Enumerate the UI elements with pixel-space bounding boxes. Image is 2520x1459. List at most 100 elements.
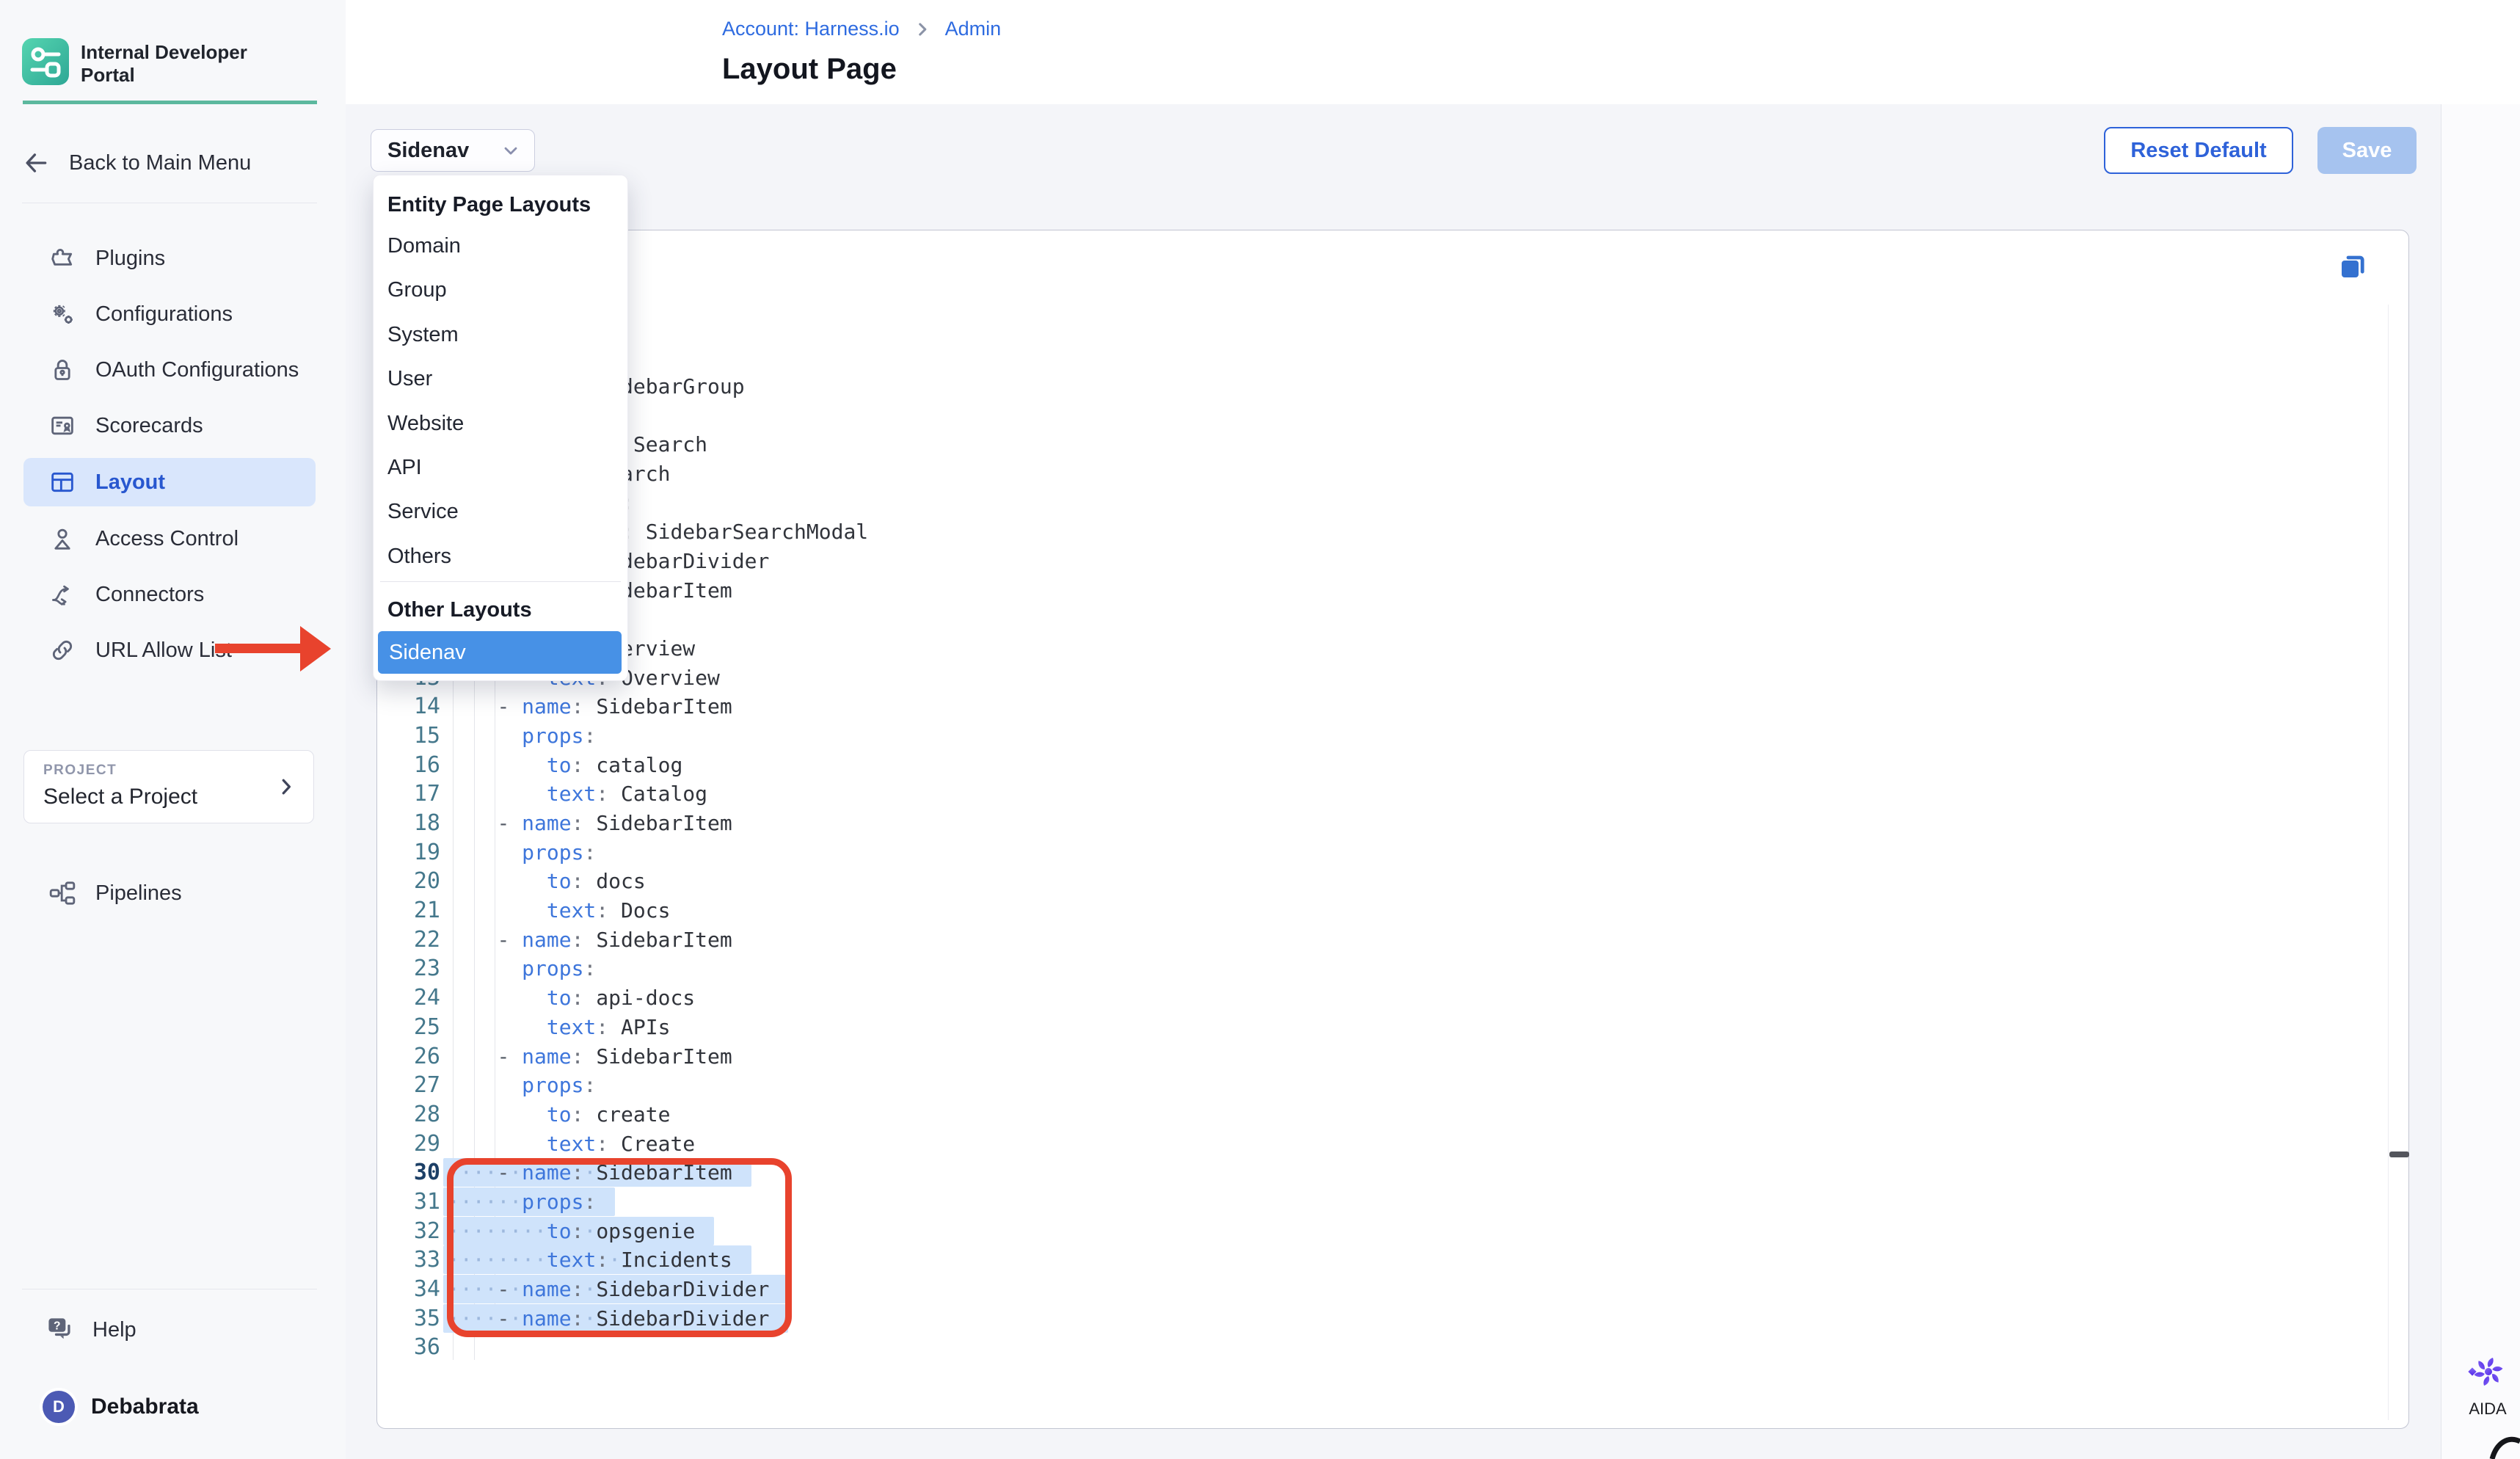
sidebar-item-configurations[interactable]: Configurations <box>23 290 316 338</box>
user-menu[interactable]: D Debabrata <box>23 1384 316 1430</box>
reset-default-button[interactable]: Reset Default <box>2104 127 2293 174</box>
breadcrumb-admin-link[interactable]: Admin <box>945 18 1002 40</box>
menu-item-website[interactable]: Website <box>387 412 464 436</box>
code-line[interactable]: 9 - name: SidebarDivider <box>377 547 2373 576</box>
menu-item-group[interactable]: Group <box>387 278 447 302</box>
page-title: Layout Page <box>722 53 897 86</box>
aida-label: AIDA <box>2460 1400 2516 1419</box>
code-line[interactable]: 16 to: catalog <box>377 750 2373 779</box>
sidebar-item-label: Configurations <box>95 302 233 327</box>
project-selector[interactable]: PROJECT Select a Project <box>23 750 314 823</box>
sidebar-item-label: Plugins <box>95 247 165 271</box>
layout-type-select[interactable]: Sidenav <box>371 129 535 172</box>
connectors-icon <box>48 580 77 609</box>
code-line[interactable]: 23 props: <box>377 954 2373 983</box>
line-number: 29 <box>377 1131 440 1157</box>
code-line[interactable]: 28 to: create <box>377 1100 2373 1129</box>
code-line[interactable]: 22 - name: SidebarItem <box>377 925 2373 954</box>
sidebar-item-oauth-configurations[interactable]: OAuth Configurations <box>23 346 316 394</box>
breadcrumb-account-link[interactable]: Account: Harness.io <box>722 18 900 40</box>
menu-item-api[interactable]: API <box>387 456 422 480</box>
code-line[interactable]: 25 text: APIs <box>377 1013 2373 1042</box>
code-line-text: props: <box>448 956 596 980</box>
line-number: 25 <box>377 1014 440 1040</box>
line-number: 15 <box>377 723 440 749</box>
sidebar-item-label: OAuth Configurations <box>95 358 299 382</box>
copy-icon[interactable] <box>2335 248 2370 283</box>
sidebar-item-label: Connectors <box>95 583 204 607</box>
line-number: 26 <box>377 1044 440 1069</box>
code-line[interactable]: 18 - name: SidebarItem <box>377 809 2373 838</box>
app-root: Internal Developer Portal Back to Main M… <box>0 0 2520 1459</box>
code-line[interactable]: 6 to: search <box>377 459 2373 488</box>
menu-item-user[interactable]: User <box>387 367 432 391</box>
svg-text:?: ? <box>54 1320 61 1332</box>
code-line[interactable]: 24 to: api-docs <box>377 983 2373 1013</box>
save-button[interactable]: Save <box>2317 127 2417 174</box>
menu-item-service[interactable]: Service <box>387 500 459 524</box>
menu-item-domain[interactable]: Domain <box>387 234 461 258</box>
code-line-text: text: Catalog <box>448 782 707 806</box>
code-line[interactable]: 11 props: <box>377 605 2373 634</box>
sidebar-item-label: Layout <box>95 470 165 495</box>
sidebar-item-connectors[interactable]: Connectors <box>23 570 316 619</box>
sidebar-item-layout[interactable]: Layout <box>23 458 316 506</box>
aida-assistant-button[interactable]: AIDA <box>2460 1352 2516 1419</box>
code-line-text: text: Create <box>448 1132 695 1156</box>
help-label: Help <box>92 1318 136 1342</box>
code-line[interactable]: 21 text: Docs <box>377 896 2373 925</box>
code-line[interactable]: 36 <box>377 1333 2373 1362</box>
user-name: Debabrata <box>91 1394 199 1419</box>
code-line[interactable]: 17 text: Catalog <box>377 779 2373 809</box>
code-line[interactable]: 7 children: <box>377 488 2373 517</box>
code-line[interactable]: 10 - name: SidebarItem <box>377 575 2373 605</box>
menu-header-entity-page-layouts: Entity Page Layouts <box>387 193 591 217</box>
code-line[interactable]: 26 - name: SidebarItem <box>377 1041 2373 1071</box>
annotation-highlight-rect <box>447 1158 792 1337</box>
sidebar-item-plugins[interactable]: Plugins <box>23 234 316 283</box>
gears-icon <box>48 299 77 329</box>
puzzle-icon <box>48 244 77 273</box>
sidebar-item-label: Scorecards <box>95 414 203 438</box>
sidebar-item-help[interactable]: ? Help <box>23 1308 316 1352</box>
code-line[interactable]: 5 label: Search <box>377 430 2373 459</box>
line-number: 21 <box>377 898 440 923</box>
line-number: 32 <box>377 1218 440 1244</box>
line-number: 33 <box>377 1247 440 1273</box>
code-line[interactable]: 1page: <box>377 313 2373 343</box>
sidebar-item-access-control[interactable]: Access Control <box>23 514 316 563</box>
code-line[interactable]: 13 text: Overview <box>377 663 2373 692</box>
chevron-right-icon <box>913 20 932 39</box>
annotation-arrow-head-icon <box>300 626 331 672</box>
code-line-text: - name: SidebarItem <box>448 1044 732 1069</box>
project-value: Select a Project <box>43 785 197 809</box>
line-number: 24 <box>377 985 440 1011</box>
cursor-artifact <box>2489 1430 2520 1459</box>
code-line[interactable]: 3 - name: SidebarGroup <box>377 371 2373 401</box>
pipelines-label: Pipelines <box>95 881 182 906</box>
back-to-main-menu[interactable]: Back to Main Menu <box>22 145 317 181</box>
aida-flower-icon <box>2467 1352 2508 1393</box>
code-line[interactable]: 19 props: <box>377 837 2373 867</box>
code-line-text: - name: SidebarItem <box>448 811 732 835</box>
scrollbar-thumb[interactable] <box>2389 1151 2409 1157</box>
project-label: PROJECT <box>43 763 117 779</box>
sidebar-item-pipelines[interactable]: Pipelines <box>23 870 316 916</box>
code-line[interactable]: 27 props: <box>377 1071 2373 1100</box>
menu-item-others[interactable]: Others <box>387 545 451 569</box>
menu-item-sidenav[interactable]: Sidenav <box>378 631 622 674</box>
sidebar-item-scorecards[interactable]: Scorecards <box>23 401 316 450</box>
code-line[interactable]: 20 to: docs <box>377 867 2373 896</box>
brand-divider <box>23 101 317 104</box>
code-line[interactable]: 2 items: <box>377 343 2373 372</box>
code-line-text: to: catalog <box>448 753 682 777</box>
code-line[interactable]: 8 - name: SidebarSearchModal <box>377 517 2373 547</box>
code-line[interactable]: 12 to: overview <box>377 634 2373 663</box>
code-line[interactable]: 29 text: Create <box>377 1129 2373 1158</box>
code-line[interactable]: 14 - name: SidebarItem <box>377 692 2373 721</box>
code-line[interactable]: 15 props: <box>377 721 2373 751</box>
menu-item-system[interactable]: System <box>387 323 459 347</box>
app-switcher-grid-icon[interactable] <box>274 46 310 81</box>
code-line[interactable]: 4 props: <box>377 401 2373 430</box>
right-rail <box>2441 104 2520 1459</box>
